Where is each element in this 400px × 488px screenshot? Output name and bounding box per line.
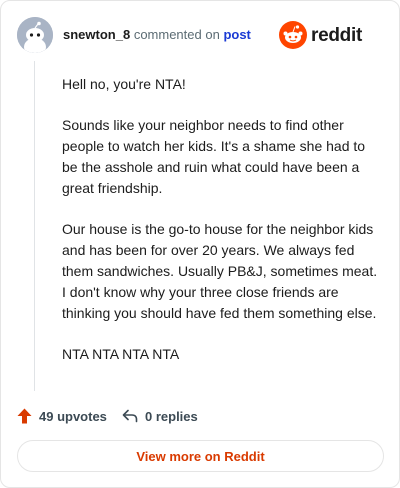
reddit-logo-icon [279, 21, 307, 49]
thread-line [34, 61, 35, 391]
comment-paragraph: Sounds like your neighbor needs to find … [62, 117, 366, 196]
comment-actions: 49 upvotes 0 replies [17, 405, 377, 427]
replies-button[interactable]: 0 replies [122, 405, 198, 427]
upvote-count: 49 upvotes [39, 408, 107, 424]
comment-byline: snewton_8 commented on post [63, 27, 251, 43]
upvote-button[interactable]: 49 upvotes [17, 405, 107, 427]
username-link[interactable]: snewton_8 [63, 27, 130, 42]
comment-embed-card: snewton_8 commented on post reddit Hell … [0, 0, 400, 488]
upvote-arrow-icon [17, 408, 32, 424]
user-avatar-icon[interactable] [17, 17, 53, 53]
view-more-button[interactable]: View more on Reddit [17, 440, 384, 472]
reddit-wordmark: reddit [311, 25, 362, 46]
post-link[interactable]: post [223, 27, 250, 42]
comment-paragraph: Our house is the go-to house for the nei… [62, 221, 378, 321]
comment-paragraph: NTA NTA NTA NTA [62, 346, 180, 362]
replies-count: 0 replies [145, 408, 198, 424]
reply-arrow-icon [122, 409, 138, 423]
comment-paragraph: Hell no, you're NTA! [62, 76, 186, 92]
reddit-logo[interactable]: reddit [279, 20, 383, 50]
comment-header: snewton_8 commented on post reddit [17, 17, 383, 53]
comment-body: Hell no, you're NTA! Sounds like your ne… [62, 74, 384, 365]
commented-on-label: commented on [133, 27, 220, 42]
